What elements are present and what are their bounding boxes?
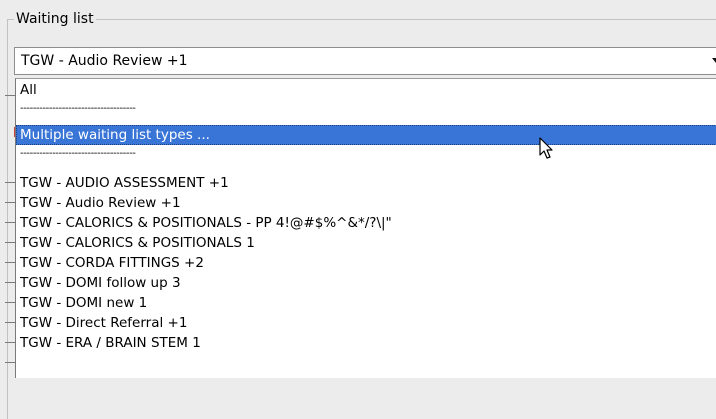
option-calorics-1[interactable]: TGW - CALORICS & POSITIONALS 1 [16,233,716,253]
option-separator[interactable]: ------------------------------------ [16,145,716,165]
waiting-list-combo[interactable]: TGW - Audio Review +1 [14,47,716,75]
underlying-divider [5,222,15,223]
waiting-list-label: Waiting list [14,10,96,28]
underlying-divider [5,282,15,283]
option-era-brain-stem[interactable]: TGW - ERA / BRAIN STEM 1 [16,333,716,353]
underlying-divider [5,202,15,203]
combo-selected-value: TGW - Audio Review +1 [21,53,188,69]
underlying-divider [5,362,15,363]
underlying-divider [5,242,15,243]
option-domi-new[interactable]: TGW - DOMI new 1 [16,293,716,313]
option-domi-follow-up[interactable]: TGW - DOMI follow up 3 [16,273,716,293]
option-corda-fittings[interactable]: TGW - CORDA FITTINGS +2 [16,253,716,273]
waiting-list-dropdown[interactable]: All ------------------------------------… [15,78,716,378]
underlying-divider [5,302,15,303]
underlying-divider [5,322,15,323]
option-multiple-types[interactable]: Multiple waiting list types ... [16,125,716,145]
option-separator[interactable]: ------------------------------------ [16,100,716,120]
underlying-divider [5,262,15,263]
option-direct-referral[interactable]: TGW - Direct Referral +1 [16,313,716,333]
underlying-divider [5,342,15,343]
option-audio-assessment[interactable]: TGW - AUDIO ASSESSMENT +1 [16,173,716,193]
underlying-divider [5,182,15,183]
chevron-down-icon[interactable] [712,58,716,63]
underlying-divider [5,95,15,96]
option-calorics-pp[interactable]: TGW - CALORICS & POSITIONALS - PP 4!@#$%… [16,213,716,233]
option-audio-review[interactable]: TGW - Audio Review +1 [16,193,716,213]
mouse-pointer-icon [539,137,553,159]
option-all[interactable]: All [16,80,716,100]
